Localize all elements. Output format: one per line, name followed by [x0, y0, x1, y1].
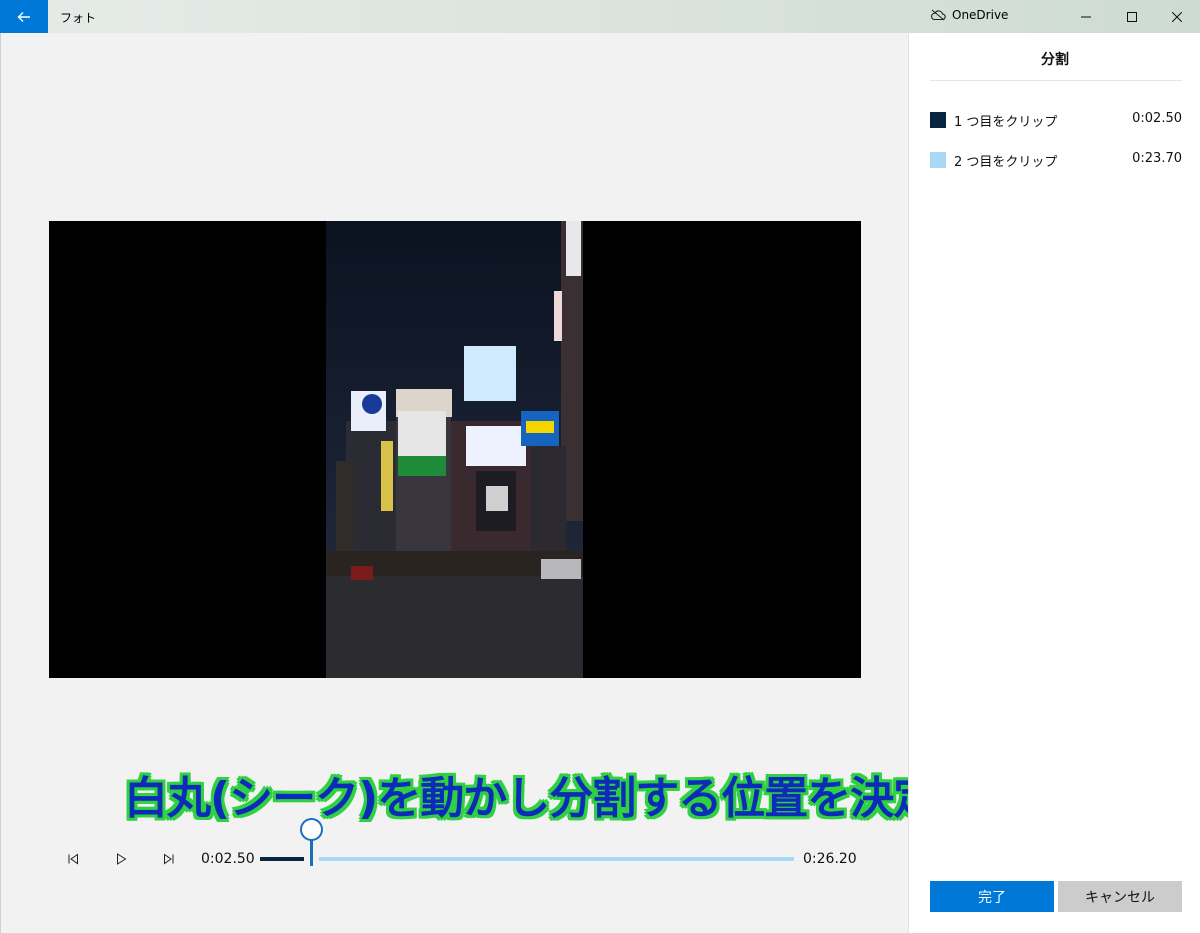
minimize-icon	[1081, 16, 1091, 17]
clip2-label: 2 つ目をクリップ	[954, 155, 1058, 170]
previous-frame-button[interactable]	[62, 848, 84, 870]
previous-frame-icon	[68, 853, 78, 865]
panel-divider	[930, 80, 1182, 81]
clip2-color-swatch	[930, 152, 946, 168]
clip1-duration: 0:02.50	[1132, 111, 1182, 126]
end-time: 0:26.20	[803, 851, 857, 867]
onedrive-label: OneDrive	[952, 8, 1009, 22]
seek-handle[interactable]	[300, 818, 323, 841]
video-preview[interactable]	[49, 221, 861, 678]
app-title: フォト	[60, 11, 97, 25]
title-bar: フォト OneDrive	[0, 0, 1200, 33]
instruction-caption: 白丸(シーク)を動かし分割する位置を決定	[124, 773, 937, 824]
current-time: 0:02.50	[201, 851, 255, 867]
next-frame-button[interactable]	[158, 848, 180, 870]
close-icon	[1172, 11, 1182, 22]
cancel-button[interactable]: キャンセル	[1058, 881, 1182, 912]
done-button[interactable]: 完了	[930, 881, 1054, 912]
next-frame-icon	[164, 853, 174, 865]
clip1-label: 1 つ目をクリップ	[954, 115, 1058, 130]
split-panel: 分割 1 つ目をクリップ 0:02.50 2 つ目をクリップ 0:23.70 完…	[908, 33, 1200, 933]
play-icon	[117, 853, 127, 865]
maximize-icon	[1127, 11, 1137, 22]
minimize-button[interactable]	[1063, 0, 1109, 33]
clip2-duration: 0:23.70	[1132, 151, 1182, 166]
play-button[interactable]	[110, 848, 132, 870]
clip-row-1: 1 つ目をクリップ 0:02.50	[930, 109, 1182, 130]
seek-handle-stem[interactable]	[310, 840, 313, 866]
back-arrow-icon	[17, 11, 30, 22]
onedrive-status[interactable]: OneDrive	[930, 8, 1008, 22]
video-frame-image	[326, 221, 583, 678]
clip1-color-swatch	[930, 112, 946, 128]
back-button[interactable]	[0, 0, 48, 33]
window-border	[0, 33, 1, 933]
cloud-off-icon	[931, 9, 946, 21]
close-button[interactable]	[1154, 0, 1200, 33]
timeline-clip2-segment[interactable]	[319, 857, 794, 861]
clip-row-2: 2 つ目をクリップ 0:23.70	[930, 149, 1182, 170]
maximize-button[interactable]	[1109, 0, 1155, 33]
timeline-clip1-segment[interactable]	[260, 857, 304, 861]
panel-title: 分割	[1041, 52, 1069, 68]
